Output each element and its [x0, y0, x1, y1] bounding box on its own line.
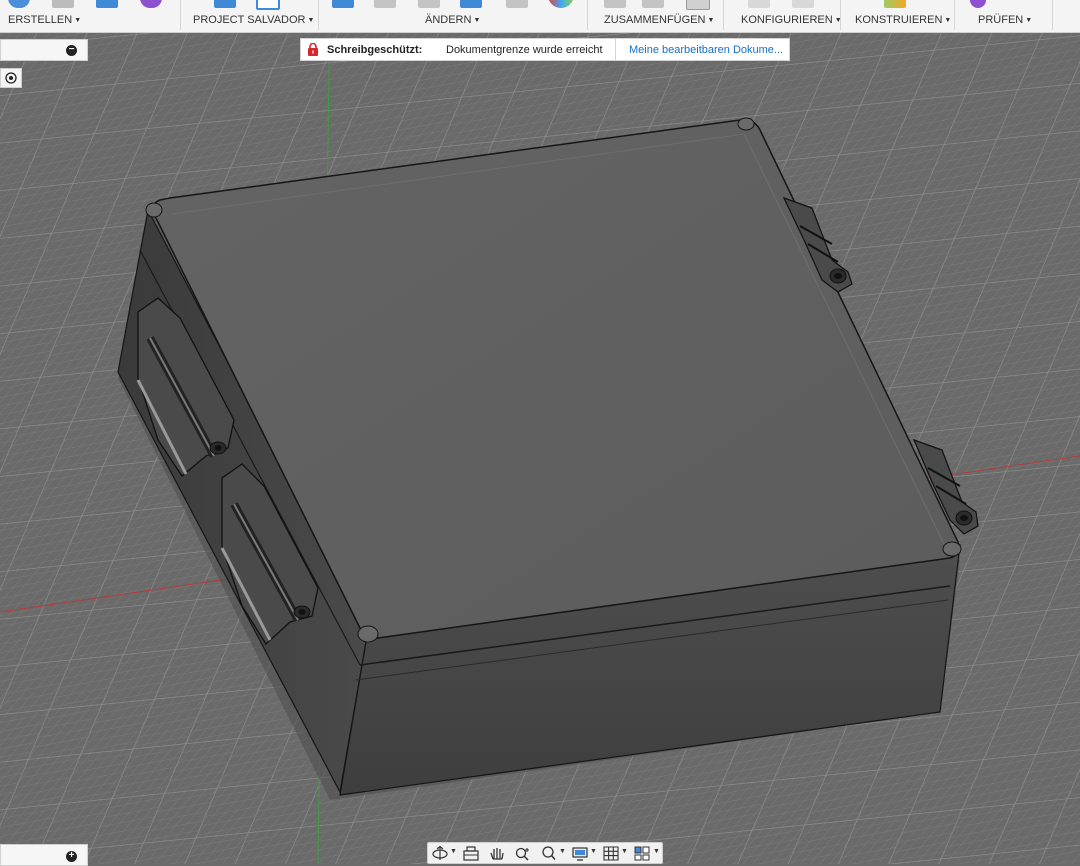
lock-icon: [308, 43, 318, 56]
menu-pruefen[interactable]: PRÜFEN ▼: [978, 14, 1032, 26]
look-at-icon: [463, 846, 479, 861]
zoom-icon: [515, 847, 529, 861]
notification-divider: [615, 39, 616, 60]
notification-title: Schreibgeschützt:: [327, 44, 423, 56]
orbit-button[interactable]: [431, 845, 449, 862]
caret-down-icon: ▼: [307, 17, 315, 24]
appearance-icon[interactable]: [548, 0, 574, 8]
shell-icon[interactable]: [418, 0, 440, 8]
measure-icon[interactable]: [970, 0, 986, 8]
target-icon: [5, 72, 17, 84]
viewports-button[interactable]: [633, 845, 651, 862]
grid-settings-button[interactable]: [602, 845, 620, 862]
menu-konstruieren[interactable]: KONSTRUIEREN ▼: [855, 14, 951, 26]
new-component-icon[interactable]: [604, 0, 626, 8]
caret-down-icon: ▼: [834, 17, 842, 24]
display-settings-icon: [572, 847, 588, 861]
fillet-icon[interactable]: [374, 0, 396, 8]
press-pull-icon[interactable]: [332, 0, 354, 8]
combine-icon[interactable]: [460, 0, 482, 8]
caret-down-icon[interactable]: ▼: [621, 848, 628, 855]
caret-down-icon: ▼: [74, 17, 82, 24]
menu-project-salvador[interactable]: PROJECT SALVADOR ▼: [193, 14, 314, 26]
caret-down-icon: ▼: [473, 17, 481, 24]
form-icon[interactable]: [140, 0, 162, 8]
caret-down-icon[interactable]: ▼: [559, 848, 566, 855]
as-built-joint-icon[interactable]: [686, 0, 710, 10]
viewports-icon: [634, 846, 650, 861]
orbit-icon: [432, 845, 448, 860]
menu-konfigurieren[interactable]: KONFIGURIEREN ▼: [741, 14, 842, 26]
fit-icon: [542, 846, 556, 860]
target-button[interactable]: [0, 68, 22, 88]
salvador-icon[interactable]: [214, 0, 236, 8]
notification-message: Dokumentgrenze wurde erreicht: [446, 44, 603, 56]
collapse-icon[interactable]: −: [66, 45, 77, 56]
offset-plane-icon[interactable]: [884, 0, 906, 8]
caret-down-icon[interactable]: ▼: [450, 848, 457, 855]
joint-icon[interactable]: [642, 0, 664, 8]
zoom-button[interactable]: [514, 845, 532, 862]
canvas-viewport[interactable]: [0, 0, 1080, 864]
menu-erstellen[interactable]: ERSTELLEN ▼: [8, 14, 81, 26]
fit-button[interactable]: [540, 845, 558, 862]
pan-button[interactable]: [488, 845, 506, 862]
salvador-sketch-icon[interactable]: [256, 0, 280, 10]
display-settings-button[interactable]: [571, 845, 589, 862]
create-sketch-icon[interactable]: [8, 0, 30, 8]
comments-panel: +: [0, 844, 88, 866]
toolbar: ERSTELLEN ▼ PROJECT SALVADOR ▼ ÄNDERN ▼ ZUS…: [0, 0, 1080, 33]
extrude-icon[interactable]: [52, 0, 74, 8]
expand-icon[interactable]: +: [66, 851, 77, 862]
parameters-icon[interactable]: [748, 0, 770, 8]
navigation-bar: ▼ ▼ ▼ ▼ ▼: [427, 842, 663, 864]
caret-down-icon: ▼: [1025, 17, 1033, 24]
grid-settings-icon: [603, 846, 619, 861]
revolve-icon[interactable]: [96, 0, 118, 8]
look-at-button[interactable]: [462, 845, 480, 862]
menu-zusammenfuegen[interactable]: ZUSAMMENFÜGEN ▼: [604, 14, 714, 26]
browser-panel: −: [0, 39, 88, 61]
editable-documents-link[interactable]: Meine bearbeitbaren Dokume...: [629, 44, 783, 56]
caret-down-icon: ▼: [707, 17, 715, 24]
move-icon[interactable]: [506, 0, 528, 8]
caret-down-icon: ▼: [944, 17, 952, 24]
pan-icon: [490, 848, 504, 860]
menu-aendern[interactable]: ÄNDERN ▼: [425, 14, 480, 26]
read-only-notification: Schreibgeschützt: Dokumentgrenze wurde e…: [300, 38, 790, 61]
configure-table-icon[interactable]: [792, 0, 814, 8]
caret-down-icon[interactable]: ▼: [653, 848, 660, 855]
caret-down-icon[interactable]: ▼: [590, 848, 597, 855]
